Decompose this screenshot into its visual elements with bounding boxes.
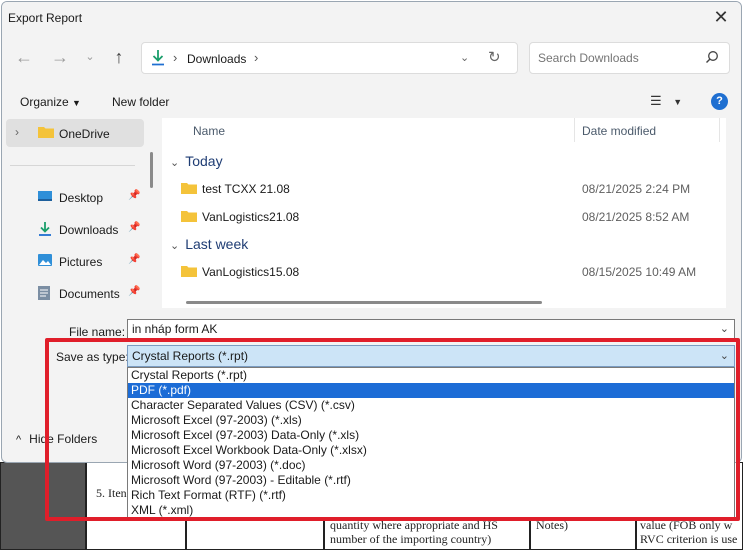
folder-icon [180, 181, 198, 198]
organize-label: Organize [20, 95, 69, 109]
sidebar-item-label: Downloads [59, 223, 119, 237]
file-date: 08/21/2025 8:52 AM [582, 210, 690, 224]
chevron-right-icon[interactable]: › [15, 125, 19, 139]
file-list: Name Date modified ⌄ Today test TCXX 21.0… [162, 118, 726, 308]
pictures-icon [37, 253, 53, 270]
sidebar-item-label: Desktop [59, 191, 104, 205]
sidebar-item-label: Documents [59, 287, 120, 301]
search-box [529, 42, 730, 74]
command-bar: Organize ▼ New folder ☰ ▼ ? [2, 84, 741, 118]
horizontal-scrollbar[interactable] [186, 301, 542, 304]
file-name-field: ⌄ [127, 319, 735, 339]
file-date: 08/21/2025 2:24 PM [582, 182, 691, 196]
doc-text: number of the importing country) [330, 532, 492, 546]
column-divider[interactable] [719, 118, 720, 142]
highlight-annotation-box [45, 338, 740, 521]
chevron-right-icon: › [173, 50, 178, 65]
pin-icon[interactable]: 📌 [128, 190, 140, 201]
column-header-name[interactable]: Name [193, 124, 225, 138]
chevron-down-icon[interactable]: ⌄ [78, 46, 102, 70]
column-divider[interactable] [574, 118, 575, 142]
refresh-icon[interactable]: ↻ [488, 48, 501, 66]
sidebar-item-documents[interactable]: Documents 📌 [6, 279, 144, 307]
view-options-button[interactable]: ☰ ▼ [650, 93, 682, 109]
chevron-down-icon: ⌄ [170, 240, 180, 252]
file-row[interactable]: test TCXX 21.08 08/21/2025 2:24 PM [180, 178, 720, 200]
folder-icon [180, 209, 198, 226]
pin-icon[interactable]: 📌 [128, 286, 140, 297]
organize-menu[interactable]: Organize ▼ [20, 95, 81, 109]
column-header-date[interactable]: Date modified [582, 124, 656, 138]
file-name: VanLogistics15.08 [202, 265, 300, 279]
sidebar-item-downloads[interactable]: Downloads 📌 [6, 215, 144, 243]
arrow-left-icon[interactable]: ← [12, 46, 36, 70]
chevron-down-icon[interactable]: ⌄ [720, 322, 729, 335]
file-name: test TCXX 21.08 [202, 182, 290, 196]
chevron-down-icon[interactable]: ⌄ [460, 51, 469, 64]
download-icon [37, 221, 53, 240]
title-bar: Export Report ✕ [2, 2, 741, 34]
chevron-right-icon[interactable]: › [254, 50, 258, 65]
file-row[interactable]: VanLogistics21.08 08/21/2025 8:52 AM [180, 206, 720, 228]
sidebar-item-label: Pictures [59, 255, 103, 269]
navigation-bar: ← → ⌄ ↑ › Downloads › ⌄ ↻ [2, 34, 741, 84]
pin-icon[interactable]: 📌 [128, 254, 140, 265]
navigation-pane: › OneDrive Desktop 📌 Downloads 📌 Picture… [2, 118, 147, 308]
caret-down-icon: ▼ [673, 97, 683, 107]
search-input[interactable] [538, 51, 698, 65]
arrow-right-icon[interactable]: → [48, 46, 72, 70]
search-icon[interactable] [705, 50, 719, 67]
chevron-up-icon: ^ [16, 434, 22, 446]
breadcrumb-downloads[interactable]: Downloads [187, 52, 246, 66]
sidebar-item-onedrive[interactable]: › OneDrive [6, 119, 144, 147]
download-icon [150, 49, 166, 70]
sidebar-item-label: OneDrive [59, 127, 110, 141]
help-icon[interactable]: ? [711, 93, 728, 110]
chevron-down-icon: ⌄ [170, 157, 180, 169]
sidebar-item-pictures[interactable]: Pictures 📌 [6, 247, 144, 275]
doc-text: RVC criterion is use [640, 532, 738, 546]
list-view-icon: ☰ [650, 93, 662, 108]
navigation-scrollbar[interactable] [150, 152, 153, 188]
close-icon[interactable]: ✕ [709, 6, 733, 30]
folder-icon [180, 264, 198, 281]
dialog-title: Export Report [8, 11, 83, 25]
group-header-today[interactable]: ⌄ Today [170, 153, 223, 169]
group-label: Today [185, 153, 223, 169]
file-row[interactable]: VanLogistics15.08 08/15/2025 10:49 AM [180, 261, 720, 283]
documents-icon [37, 285, 51, 304]
sidebar-item-desktop[interactable]: Desktop 📌 [6, 183, 144, 211]
folder-icon [37, 125, 55, 142]
file-name-label: File name: [69, 325, 126, 339]
arrow-up-icon[interactable]: ↑ [107, 46, 131, 70]
desktop-icon [37, 189, 53, 206]
file-date: 08/15/2025 10:49 AM [582, 265, 697, 279]
file-name: VanLogistics21.08 [202, 210, 300, 224]
group-header-last-week[interactable]: ⌄ Last week [170, 236, 248, 252]
divider [10, 165, 135, 166]
file-name-input[interactable] [132, 322, 702, 336]
group-label: Last week [185, 236, 249, 252]
pin-icon[interactable]: 📌 [128, 222, 140, 233]
caret-down-icon: ▼ [72, 98, 81, 108]
new-folder-button[interactable]: New folder [112, 95, 169, 109]
address-bar[interactable]: › Downloads › ⌄ ↻ [141, 42, 518, 74]
